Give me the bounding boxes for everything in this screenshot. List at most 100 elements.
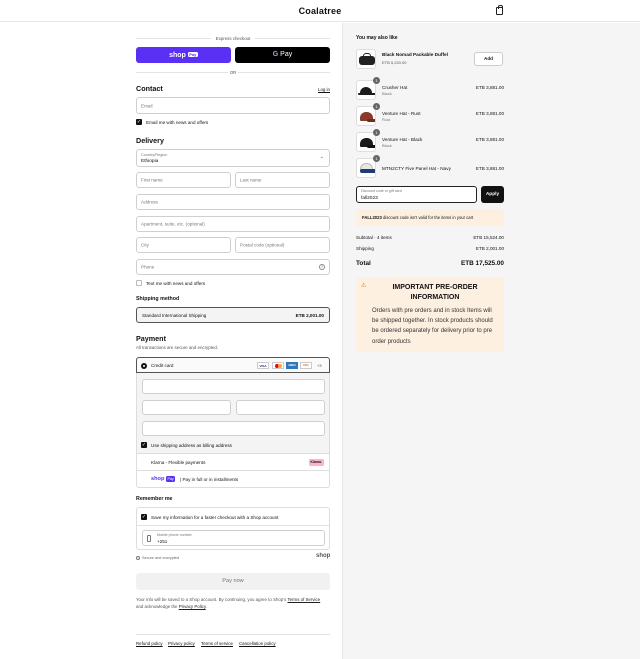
help-icon[interactable]: ? [319, 264, 325, 270]
google-g-icon: G [272, 51, 279, 58]
country-select[interactable]: Country/Region Ethiopia ⌄ [136, 149, 330, 167]
card-cvv-field[interactable] [236, 400, 325, 415]
klarna-badge: Klarna. [308, 458, 324, 466]
chevron-down-icon: ⌄ [319, 154, 324, 160]
shipping-value: ETB 2,001.00 [475, 246, 504, 251]
upsell-product-price: ETB 5,220.00 [382, 60, 407, 65]
total-value: ETB 17,525.00 [461, 260, 504, 267]
shop-pay-button[interactable]: shop Pay [136, 47, 231, 63]
cart-item-image-3 [356, 132, 376, 152]
shop-pay-logo: shop [169, 52, 186, 59]
city-placeholder: City [141, 242, 149, 248]
top-header: Coalatree [0, 0, 640, 22]
visa-icon: VISA [257, 361, 269, 369]
footer-cancellation-policy[interactable]: Cancellation policy [239, 641, 276, 646]
last-name-field[interactable]: Last name [235, 172, 330, 188]
warning-icon: ⚠ [361, 283, 367, 289]
disclaimer-text-1: Your info will be saved to a Shop accoun… [136, 597, 287, 602]
footer-privacy-policy[interactable]: Privacy policy [168, 641, 195, 646]
login-link[interactable]: Log in [318, 87, 330, 92]
mobile-phone-value: +251 [157, 539, 168, 544]
mobile-phone-icon [147, 535, 151, 542]
shop-pay-logo-small: shop [151, 475, 165, 482]
text-offers-label: Text me with news and offers [146, 281, 206, 286]
cart-item-name-4: MTN2CTY Five Panel Hat - Navy [382, 166, 451, 171]
shop-logo-footer: shop [316, 553, 331, 559]
cart-item-price-2: ETB 3,881.00 [475, 111, 504, 116]
preorder-notice-title: IMPORTANT PRE-ORDER INFORMATION [392, 284, 478, 301]
amex-icon: AMEX [286, 361, 298, 369]
delivery-heading: Delivery [136, 136, 164, 145]
cart-item-qty-1: 1 [373, 77, 380, 84]
postal-code-field[interactable]: Postal code (optional) [235, 237, 330, 253]
card-expiry-field[interactable] [142, 400, 231, 415]
more-cards-count: +3 [317, 362, 322, 368]
disclaimer-text-2: and acknowledge the [136, 604, 178, 609]
disclaimer-end: . [205, 604, 207, 609]
pay-now-button[interactable]: Pay now [136, 573, 330, 590]
city-field[interactable]: City [136, 237, 231, 253]
save-info-checkbox[interactable]: ✓ [141, 513, 147, 520]
shop-pay-badge-small: Pay [166, 476, 176, 482]
contact-heading: Contact [136, 84, 163, 93]
discount-code-value: fall2023 [361, 195, 378, 201]
google-pay-label: Pay [280, 51, 293, 58]
address-placeholder: Address [141, 199, 158, 205]
address-field[interactable]: Address [136, 194, 330, 210]
discount-error-text: FALL2023 discount code isn't valid for t… [362, 215, 473, 220]
or-separator: OR [229, 69, 237, 75]
card-number-field[interactable] [142, 379, 325, 394]
klarna-option[interactable]: Klarna - Flexible payments Klarna. [136, 454, 330, 471]
cart-item-price-4: ETB 3,881.00 [475, 166, 504, 171]
news-checkbox[interactable]: ✓ [136, 119, 142, 125]
upsell-add-button[interactable]: Add [474, 52, 503, 66]
cart-bag-icon[interactable] [496, 5, 503, 15]
discount-error-code: FALL2023 [362, 215, 382, 220]
text-offers-checkbox[interactable]: ✓ [136, 280, 142, 286]
terms-of-service-link[interactable]: Terms of Service [287, 597, 320, 602]
cart-item-price-1: ETB 3,881.00 [475, 85, 504, 90]
mobile-phone-field[interactable]: Mobile phone number +251 [142, 530, 325, 546]
shipping-method-price: ETB 2,001.00 [295, 313, 324, 318]
card-name-field[interactable] [142, 421, 325, 436]
discount-code-field[interactable]: Discount code or gift card fall2023 [356, 186, 477, 203]
brand-logo[interactable]: Coalatree [0, 6, 640, 16]
secure-text: Secure and encrypted [142, 556, 180, 560]
shipping-method-option[interactable]: Standard International Shipping ETB 2,00… [136, 307, 330, 323]
payment-subtitle: All transactions are secure and encrypte… [136, 345, 219, 350]
postal-code-placeholder: Postal code (optional) [240, 242, 285, 248]
credit-card-option[interactable]: Credit card VISA AMEX DISC +3 [136, 357, 330, 373]
total-label: Total [356, 260, 371, 267]
country-value: Ethiopia [141, 158, 159, 164]
mobile-phone-label: Mobile phone number [157, 533, 192, 537]
subtotal-value: ETB 15,524.00 [473, 235, 504, 240]
preorder-notice: ⚠ IMPORTANT PRE-ORDER INFORMATION Orders… [356, 277, 504, 352]
footer-terms-of-service[interactable]: Terms of service [201, 641, 233, 646]
billing-same-label: Use shipping address as billing address [151, 443, 232, 448]
apartment-field[interactable]: Apartment, suite, etc. (optional) [136, 216, 330, 232]
phone-field[interactable]: Phone ? [136, 259, 330, 275]
discover-icon: DISC [300, 361, 312, 369]
cart-item-name-1: Crusher Hat [382, 85, 408, 90]
preorder-notice-body: Orders with pre orders and in stock Item… [372, 308, 493, 345]
last-name-placeholder: Last name [240, 177, 262, 183]
remember-me-heading: Remember me [136, 496, 173, 502]
cart-item-image-1 [356, 80, 376, 100]
shop-pay-installments-option[interactable]: shop Pay | Pay in full or in installment… [136, 471, 330, 488]
credit-card-radio[interactable] [141, 362, 147, 369]
phone-placeholder: Phone [141, 264, 155, 270]
credit-card-label: Credit card [151, 363, 174, 368]
country-label: Country/Region [141, 152, 168, 157]
billing-same-checkbox[interactable]: ✓ [141, 442, 147, 448]
google-pay-button[interactable]: G Pay [235, 47, 330, 63]
subtotal-label: Subtotal · 4 items [356, 235, 392, 240]
privacy-policy-link[interactable]: Privacy Policy [179, 604, 206, 609]
footer-refund-policy[interactable]: Refund policy [136, 641, 163, 646]
apply-discount-button[interactable]: Apply [481, 186, 504, 203]
express-checkout-title: Express checkout [215, 35, 251, 41]
remember-divider [137, 525, 329, 526]
first-name-field[interactable]: First name [136, 172, 231, 188]
news-checkbox-label: Email me with news and offers [146, 120, 209, 125]
first-name-placeholder: First name [141, 177, 163, 183]
email-field[interactable]: Email [136, 97, 330, 114]
